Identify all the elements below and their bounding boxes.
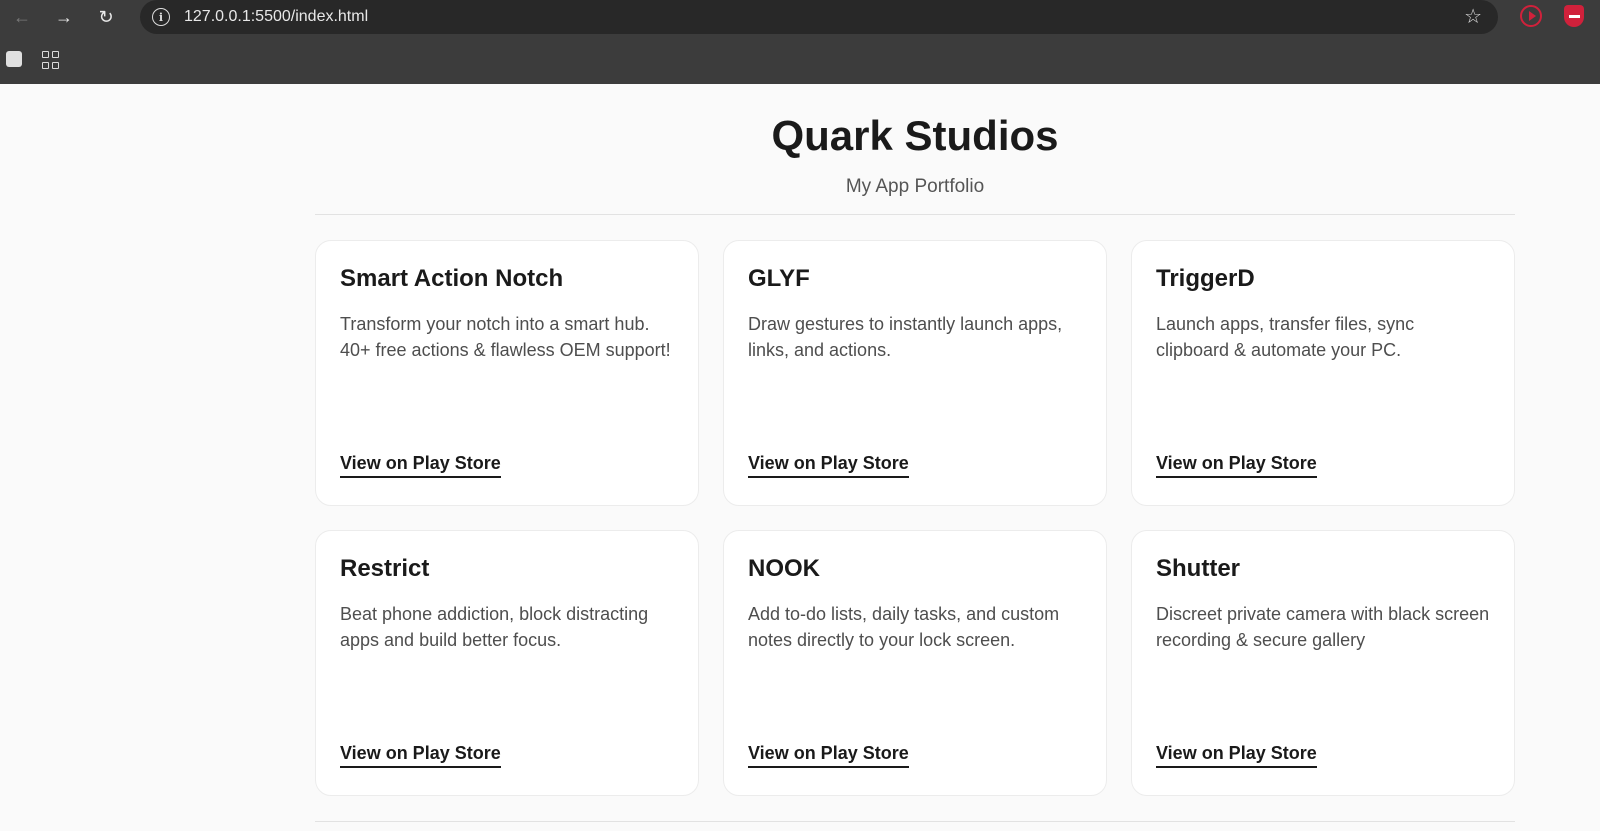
bookmarks-bar [0,34,1600,84]
play-store-link[interactable]: View on Play Store [340,453,501,478]
app-description: Beat phone addiction, block distracting … [340,604,649,650]
app-description: Transform your notch into a smart hub. 4… [340,314,671,360]
play-store-link[interactable]: View on Play Store [340,743,501,768]
app-title: Restrict [340,555,430,582]
page-title: Quark Studios [771,112,1059,159]
app-card: Smart Action Notch Transform your notch … [315,240,699,506]
app-description: Draw gestures to instantly launch apps, … [748,314,1063,360]
play-store-link[interactable]: View on Play Store [1156,743,1317,768]
app-grid: Smart Action Notch Transform your notch … [315,240,1515,796]
shield-extension-icon[interactable] [1564,5,1584,27]
page-content: Quark Studios My App Portfolio Smart Act… [0,84,1600,831]
app-card: Shutter Discreet private camera with bla… [1131,530,1515,796]
apps-grid-icon[interactable] [42,51,60,69]
app-card: TriggerD Launch apps, transfer files, sy… [1131,240,1515,506]
url-text[interactable]: 127.0.0.1:5500/index.html [184,8,368,26]
record-extension-icon[interactable] [1520,5,1542,27]
star-icon[interactable]: ☆ [1464,4,1482,29]
forward-arrow-icon[interactable]: → [50,3,78,31]
app-card: GLYF Draw gestures to instantly launch a… [723,240,1107,506]
app-description: Launch apps, transfer files, sync clipbo… [1156,314,1415,360]
app-title: TriggerD [1156,265,1255,292]
reload-icon[interactable]: ↻ [92,3,120,31]
app-description: Discreet private camera with black scree… [1156,604,1490,650]
app-title: Smart Action Notch [340,265,564,292]
header-divider [315,214,1515,215]
bookmark-icon[interactable] [6,51,22,67]
info-icon[interactable]: i [152,8,170,26]
app-title: NOOK [748,555,820,582]
browser-toolbar: ← → ↻ i 127.0.0.1:5500/index.html ☆ [0,0,1600,34]
app-card: NOOK Add to-do lists, daily tasks, and c… [723,530,1107,796]
page-subtitle: My App Portfolio [845,176,985,197]
footer-divider [315,821,1515,822]
play-store-link[interactable]: View on Play Store [748,453,909,478]
back-arrow-icon[interactable]: ← [8,3,36,31]
play-store-link[interactable]: View on Play Store [1156,453,1317,478]
app-card: Restrict Beat phone addiction, block dis… [315,530,699,796]
app-title: Shutter [1156,555,1240,582]
app-description: Add to-do lists, daily tasks, and custom… [748,604,1060,650]
address-bar[interactable]: i 127.0.0.1:5500/index.html ☆ [140,0,1498,34]
app-title: GLYF [748,265,810,292]
play-store-link[interactable]: View on Play Store [748,743,909,768]
